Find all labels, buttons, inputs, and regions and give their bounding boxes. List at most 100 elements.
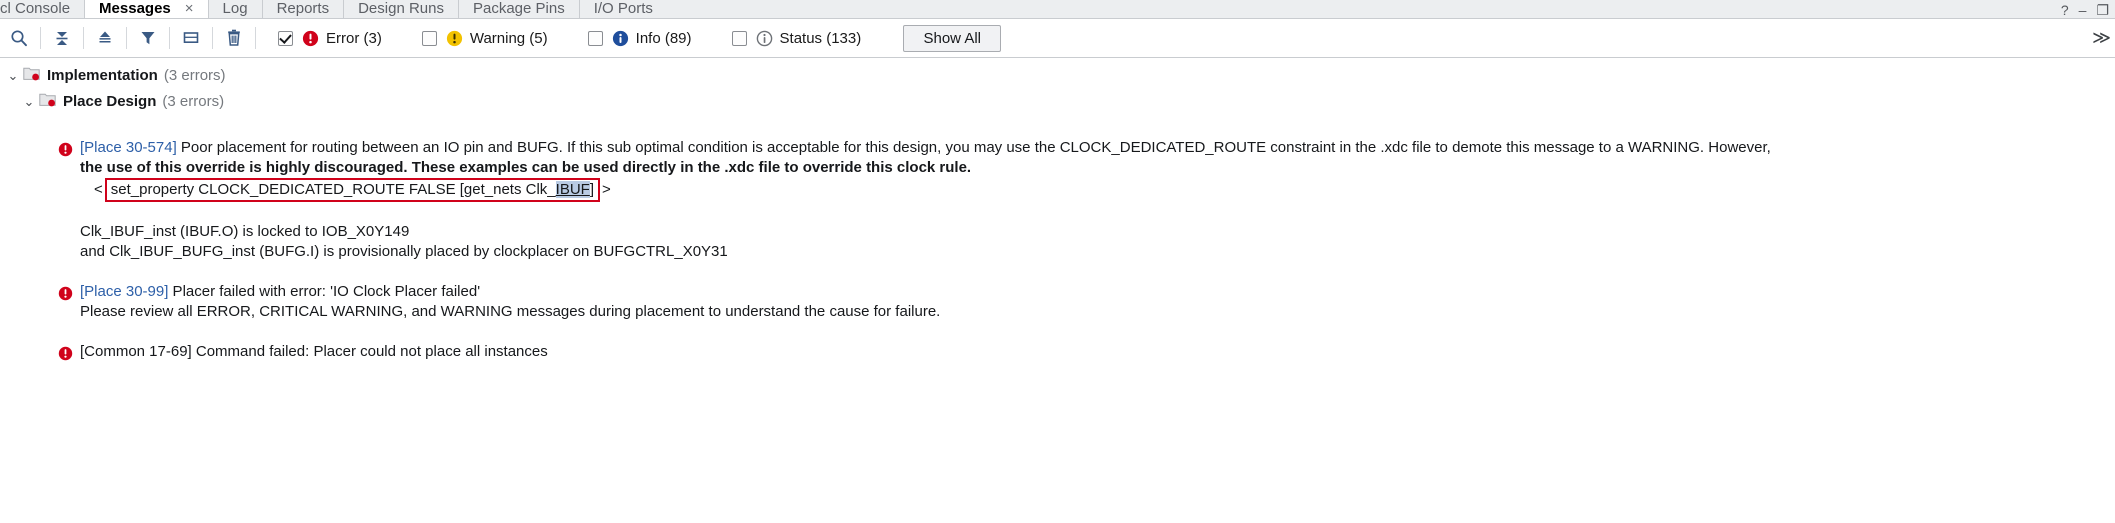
show-all-button[interactable]: Show All [903, 24, 1002, 52]
tab-tcl-console[interactable]: cl Console [0, 0, 85, 18]
message-code: [Common 17-69] [80, 343, 192, 360]
message-body: [Place 30-574] Poor placement for routin… [80, 138, 1771, 262]
toolbar-separator [126, 27, 127, 49]
collapse-all-icon [56, 32, 68, 45]
filter-info-label: Info (89) [635, 29, 692, 47]
folder-error-icon [23, 67, 40, 81]
warning-icon [446, 30, 462, 46]
message-body: [Common 17-69] Command failed: Placer co… [80, 342, 548, 362]
tree-node-implementation[interactable]: ⌄ Implementation (3 errors) [0, 66, 2115, 92]
message-item-place-30-574[interactable]: [Place 30-574] Poor placement for routin… [0, 138, 2115, 262]
error-icon [58, 142, 73, 157]
filter-status-checkbox[interactable] [731, 30, 747, 46]
toolbar-separator [169, 27, 170, 49]
severity-filters: Error (3) Warning (5) Info (89) Status (… [278, 30, 901, 47]
angle-open: < [94, 181, 103, 198]
message-item-common-17-69[interactable]: [Common 17-69] Command failed: Placer co… [0, 342, 2115, 365]
message-line-1: [Common 17-69] Command failed: Placer co… [80, 342, 548, 362]
toolbar-separator [40, 27, 41, 49]
collapse-all-button[interactable] [45, 23, 79, 53]
tab-design-runs[interactable]: Design Runs [343, 0, 458, 18]
error-icon [58, 286, 73, 301]
expand-all-button[interactable] [88, 23, 122, 53]
folder-error-icon [39, 93, 56, 107]
message-detail-line-1: Clk_IBUF_inst (IBUF.O) is locked to IOB_… [80, 223, 410, 240]
tab-io-ports[interactable]: I/O Ports [578, 0, 667, 18]
filter-status[interactable]: Status (133) [731, 29, 862, 47]
command-highlight-box[interactable]: set_property CLOCK_DEDICATED_ROUTE FALSE… [104, 178, 600, 202]
filter-icon [141, 32, 155, 45]
chevron-down-icon[interactable]: ⌄ [6, 66, 20, 86]
angle-close: > [602, 181, 611, 198]
tree-node-count: (3 errors) [162, 93, 225, 110]
message-text: Placer failed with error: 'IO Clock Plac… [168, 283, 481, 300]
command-text-tail: ] [589, 181, 594, 198]
message-line-1: [Place 30-99] Placer failed with error: … [80, 282, 940, 302]
tab-label: I/O Ports [593, 0, 653, 17]
message-severity [58, 282, 80, 305]
tab-messages[interactable]: Messages × [84, 0, 208, 18]
filter-info-checkbox[interactable] [587, 30, 603, 46]
command-text: set_property CLOCK_DEDICATED_ROUTE FALSE… [110, 181, 556, 198]
messages-toolbar: Error (3) Warning (5) Info (89) Status (… [0, 19, 2115, 58]
chevron-down-icon[interactable]: ⌄ [22, 92, 36, 112]
tree-node-label: Place Design [63, 93, 157, 110]
filter-warning[interactable]: Warning (5) [421, 29, 548, 47]
message-line-1: [Place 30-574] Poor placement for routin… [80, 138, 1771, 158]
expand-all-icon [99, 31, 111, 43]
error-icon [58, 346, 73, 361]
clear-messages-button[interactable] [217, 23, 251, 53]
tree-node-label: Implementation [47, 67, 158, 84]
message-line-2: Please review all ERROR, CRITICAL WARNIN… [80, 303, 941, 320]
tab-label: Package Pins [472, 0, 565, 17]
message-detail-line-2: and Clk_IBUF_BUFG_inst (BUFG.I) is provi… [80, 243, 728, 260]
tab-package-pins[interactable]: Package Pins [457, 0, 579, 18]
filter-error[interactable]: Error (3) [278, 30, 382, 47]
message-severity [58, 138, 80, 161]
toolbar-overflow-icon[interactable]: ≫ [2092, 28, 2111, 49]
error-icon [302, 30, 319, 46]
window-controls: ? – ❐ [2061, 3, 2109, 17]
info-icon [612, 30, 628, 46]
message-details-button[interactable] [174, 23, 208, 53]
message-code-link[interactable]: [Place 30-574] [80, 139, 177, 156]
status-icon [756, 30, 772, 46]
message-severity [58, 342, 80, 365]
maximize-icon[interactable]: ❐ [2096, 3, 2109, 17]
search-button[interactable] [2, 23, 36, 53]
tab-log[interactable]: Log [207, 0, 262, 18]
message-code-link[interactable]: [Place 30-99] [80, 283, 168, 300]
minimize-icon[interactable]: – [2079, 3, 2087, 17]
search-icon [11, 30, 27, 47]
filter-error-label: Error (3) [326, 29, 382, 47]
filter-info[interactable]: Info (89) [587, 29, 692, 47]
tab-label: Messages [99, 0, 171, 17]
tab-label: cl Console [0, 0, 71, 17]
filter-status-label: Status (133) [779, 29, 862, 47]
filter-button[interactable] [131, 23, 165, 53]
toolbar-separator [255, 27, 256, 49]
tab-label: Reports [276, 0, 330, 17]
toolbar-separator [83, 27, 84, 49]
tab-reports[interactable]: Reports [261, 0, 344, 18]
tab-strip: cl Console Messages × Log Reports Design… [0, 0, 2115, 19]
trash-icon [228, 29, 240, 46]
messages-tree: ⌄ Implementation (3 errors) ⌄ Place Desi… [0, 58, 2115, 365]
toolbar-separator [212, 27, 213, 49]
help-icon[interactable]: ? [2061, 3, 2069, 17]
filter-warning-label: Warning (5) [469, 29, 548, 47]
message-body: [Place 30-99] Placer failed with error: … [80, 282, 940, 322]
filter-warning-checkbox[interactable] [421, 30, 437, 46]
tab-label: Design Runs [358, 0, 444, 17]
tree-node-place-design[interactable]: ⌄ Place Design (3 errors) [0, 92, 2115, 118]
tab-label: Log [222, 0, 248, 17]
message-item-place-30-99[interactable]: [Place 30-99] Placer failed with error: … [0, 282, 2115, 322]
message-text: Command failed: Placer could not place a… [191, 343, 548, 360]
filter-error-checkbox[interactable] [278, 30, 293, 46]
command-selected-token[interactable]: IBUF [555, 181, 590, 198]
message-line-2: the use of this override is highly disco… [80, 159, 972, 176]
close-icon[interactable]: × [185, 1, 194, 16]
message-icon [183, 32, 199, 43]
